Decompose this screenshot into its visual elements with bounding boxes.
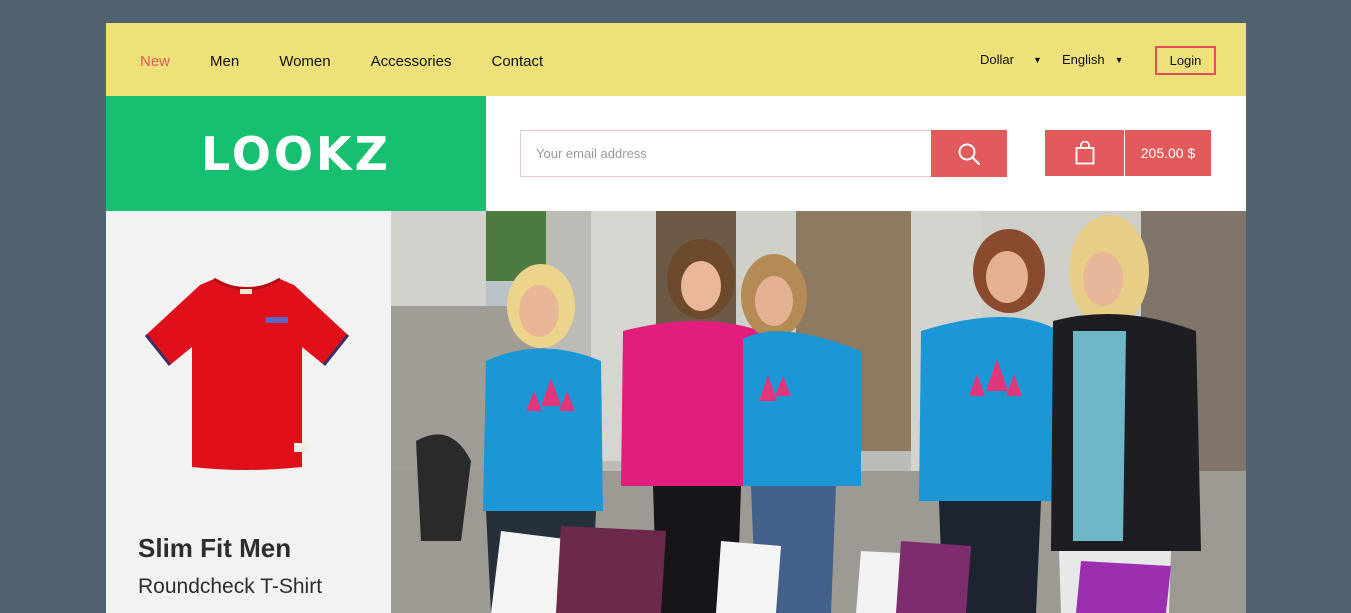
logo-block[interactable]: LOOKZ	[106, 96, 486, 211]
nav-item-men[interactable]: Men	[210, 53, 239, 70]
nav-item-accessories[interactable]: Accessories	[371, 53, 452, 70]
cart-button[interactable]	[1045, 130, 1124, 176]
search-icon	[958, 143, 981, 165]
nav-item-women[interactable]: Women	[279, 53, 330, 70]
login-button[interactable]: Login	[1155, 46, 1216, 75]
currency-select[interactable]: Dollar ▼	[980, 52, 1042, 67]
featured-product-panel: Slim Fit Men Roundcheck T-Shirt	[106, 211, 391, 613]
page-container: New Men Women Accessories Contact Dollar…	[106, 23, 1246, 613]
product-subtitle: Roundcheck T-Shirt	[138, 575, 323, 598]
language-select[interactable]: English ▼	[1062, 52, 1124, 67]
top-bar: New Men Women Accessories Contact Dollar…	[106, 23, 1246, 96]
cart-total[interactable]: 205.00 $	[1125, 130, 1211, 176]
caret-down-icon: ▼	[1032, 54, 1042, 65]
email-search-input[interactable]	[520, 130, 931, 177]
product-title: Slim Fit Men	[138, 533, 292, 563]
group-shopping-photo	[391, 211, 1246, 613]
currency-label: Dollar	[980, 52, 1014, 67]
language-label: English	[1062, 52, 1105, 67]
search-button[interactable]	[931, 130, 1007, 177]
brand-logo: LOOKZ	[201, 126, 391, 181]
nav-item-contact[interactable]: Contact	[491, 53, 543, 70]
nav-item-new[interactable]: New	[140, 53, 170, 70]
hero-photo[interactable]	[391, 211, 1246, 613]
caret-down-icon: ▼	[1114, 54, 1124, 65]
shopping-bag-icon	[1075, 141, 1094, 165]
main-nav: New Men Women Accessories Contact	[140, 53, 583, 70]
red-tshirt-image[interactable]	[144, 273, 350, 473]
